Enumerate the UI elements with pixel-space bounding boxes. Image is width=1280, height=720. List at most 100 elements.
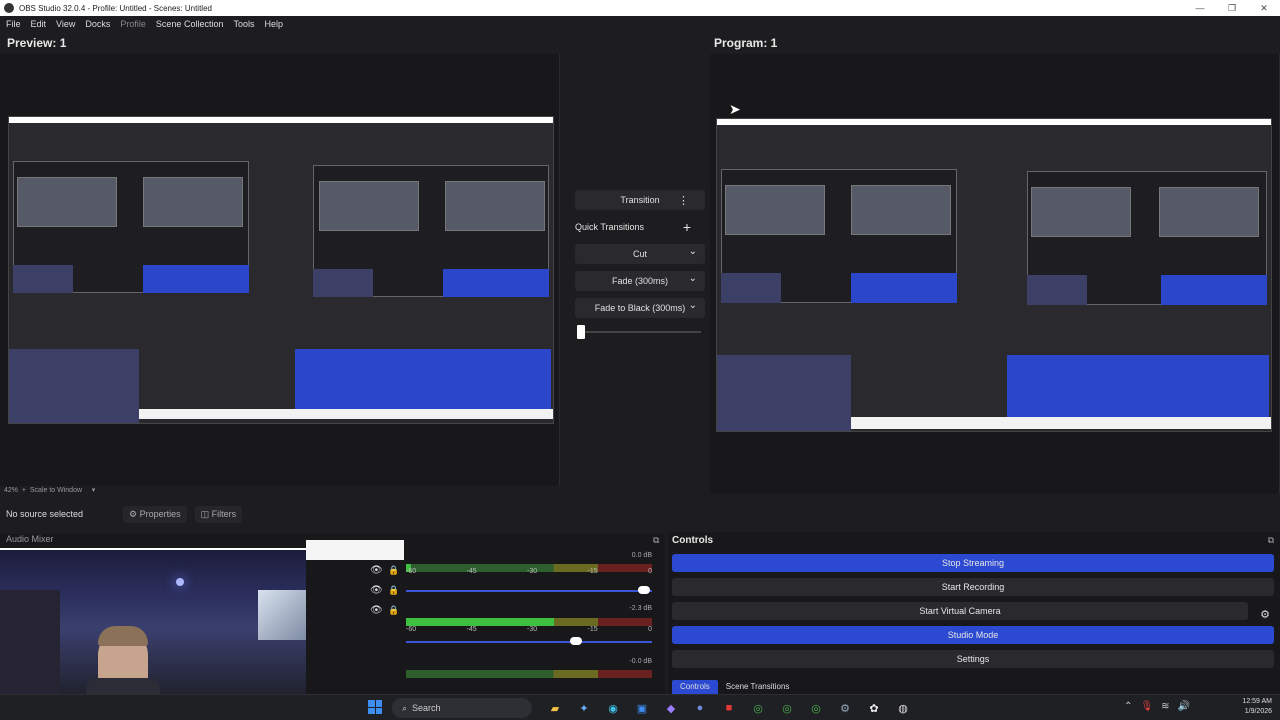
chrome-icon-3[interactable]: ◎ xyxy=(805,698,827,718)
app-icon-dark[interactable]: ✿ xyxy=(863,698,885,718)
file-explorer-icon[interactable]: ▰ xyxy=(544,698,566,718)
menu-docks[interactable]: Docks xyxy=(85,19,110,29)
menu-help[interactable]: Help xyxy=(264,19,283,29)
chrome-icon-2[interactable]: ◎ xyxy=(776,698,798,718)
channel-2-ticks: -60 -45 -30 -15 0 xyxy=(406,626,652,633)
obs-logo-icon xyxy=(4,3,14,13)
nested-mini-b xyxy=(143,177,243,227)
quick-transition-fade-black[interactable]: Fade to Black (300ms) xyxy=(575,298,705,318)
nested-cam-a xyxy=(13,265,73,293)
microphone-icon[interactable]: 🎙 xyxy=(1140,701,1153,712)
menu-scene-collection[interactable]: Scene Collection xyxy=(156,19,224,29)
eye-icon[interactable]: 👁 xyxy=(370,565,383,576)
menu-file[interactable]: File xyxy=(6,19,21,29)
audio-mixer-title: Audio Mixer xyxy=(6,534,54,544)
taskbar-search[interactable]: ⌕ Search xyxy=(392,698,532,718)
channel-2-volume[interactable] xyxy=(406,637,652,645)
eye-icon[interactable]: 👁 xyxy=(370,585,383,596)
eye-icon[interactable]: 👁 xyxy=(370,605,383,616)
nested-mini-c xyxy=(1031,187,1131,237)
clock-time: 12:59 AM xyxy=(1242,698,1272,705)
mouse-cursor-icon: ➤ xyxy=(729,101,741,117)
start-recording-button[interactable]: Start Recording xyxy=(672,578,1274,596)
lock-icon[interactable]: 🔒 xyxy=(388,585,399,596)
channel-3-db: -0.0 dB xyxy=(629,658,652,665)
source-toolbar: No source selected ⚙ Properties ◫ Filter… xyxy=(0,504,1280,524)
lock-icon[interactable]: 🔒 xyxy=(388,605,399,616)
steam-icon[interactable]: ⚙ xyxy=(834,698,856,718)
menu-tools[interactable]: Tools xyxy=(233,19,254,29)
settings-button[interactable]: Settings xyxy=(672,650,1274,668)
wifi-icon[interactable]: ≋ xyxy=(1161,701,1169,712)
shelf xyxy=(0,590,60,694)
nested-blue-b xyxy=(1161,275,1267,305)
filters-button[interactable]: ◫ Filters xyxy=(194,505,243,523)
nested-controls-panel xyxy=(295,349,551,409)
minimize-button[interactable]: — xyxy=(1184,3,1216,14)
tick: -30 xyxy=(527,568,538,575)
nested-mini-a xyxy=(17,177,117,227)
person-hair xyxy=(98,626,148,646)
edge-icon[interactable]: ◉ xyxy=(602,698,624,718)
kebab-menu-icon[interactable]: ⋮ xyxy=(678,194,689,207)
nested-blue-a xyxy=(143,265,249,293)
menu-profile[interactable]: Profile xyxy=(120,19,146,29)
t-bar-slider[interactable] xyxy=(575,325,705,339)
quick-transition-cut-label: Cut xyxy=(632,249,647,259)
close-button[interactable]: ✕ xyxy=(1248,3,1280,14)
preview-canvas[interactable] xyxy=(8,116,554,424)
quick-transition-cut[interactable]: Cut xyxy=(575,244,705,264)
title-bar: OBS Studio 32.0.4 - Profile: Untitled - … xyxy=(0,0,1280,16)
nested-mini-c xyxy=(319,181,419,231)
dock-tabs: Controls Scene Transitions xyxy=(672,680,797,694)
studio-mode-button[interactable]: Studio Mode xyxy=(672,626,1274,644)
chrome-icon[interactable]: ◎ xyxy=(747,698,769,718)
tick: -45 xyxy=(466,626,477,633)
tab-controls[interactable]: Controls xyxy=(672,680,718,694)
app-icon-red[interactable]: ■ xyxy=(718,698,740,718)
nested-cam-a xyxy=(721,273,781,303)
maximize-button[interactable]: ❐ xyxy=(1216,3,1248,14)
scale-mode[interactable]: Scale to Window xyxy=(30,487,82,494)
start-virtual-camera-button[interactable]: Start Virtual Camera xyxy=(672,602,1248,620)
nested-mini-d xyxy=(1159,187,1259,237)
stop-streaming-button[interactable]: Stop Streaming xyxy=(672,554,1274,572)
television xyxy=(258,590,306,640)
tick: -15 xyxy=(587,626,598,633)
nested-taskbar xyxy=(851,417,1271,429)
channel-1-volume-knob[interactable] xyxy=(638,586,650,594)
controls-header: Controls xyxy=(672,535,714,546)
tab-scene-transitions[interactable]: Scene Transitions xyxy=(718,680,798,694)
virtual-camera-settings-icon[interactable]: ⚙ xyxy=(1260,608,1270,621)
tick: -15 xyxy=(587,568,598,575)
channel-2-volume-knob[interactable] xyxy=(570,637,582,645)
volume-icon[interactable]: 🔊 xyxy=(1178,701,1190,712)
program-canvas[interactable] xyxy=(716,118,1272,432)
copilot-icon[interactable]: ✦ xyxy=(573,698,595,718)
taskbar-clock[interactable]: 12:59 AM 1/9/2026 xyxy=(1242,697,1272,717)
t-bar-handle[interactable] xyxy=(577,325,585,339)
quick-transitions-row: Quick Transitions + xyxy=(575,217,705,237)
discord-icon[interactable]: ● xyxy=(689,698,711,718)
channel-1-volume[interactable] xyxy=(406,586,652,594)
obs-icon[interactable]: ◍ xyxy=(892,698,914,718)
quick-transition-fade[interactable]: Fade (300ms) xyxy=(575,271,705,291)
properties-button[interactable]: ⚙ Properties xyxy=(123,505,187,523)
program-label: Program: 1 xyxy=(714,36,778,50)
preview-status: 42% + Scale to Window ▾ xyxy=(4,487,96,494)
tray-chevron-icon[interactable]: ⌃ xyxy=(1124,701,1132,712)
app-icon-purple[interactable]: ◆ xyxy=(660,698,682,718)
transition-button-label: Transition xyxy=(620,195,660,205)
add-quick-transition-icon[interactable]: + xyxy=(683,219,691,235)
menu-view[interactable]: View xyxy=(56,19,75,29)
menu-edit[interactable]: Edit xyxy=(31,19,47,29)
controls-dock: Controls ⧉ Stop Streaming Start Recordin… xyxy=(668,532,1280,694)
store-icon[interactable]: ▣ xyxy=(631,698,653,718)
tick: -45 xyxy=(466,568,477,575)
windows-start-icon[interactable] xyxy=(368,700,382,714)
controls-undock-icon[interactable]: ⧉ xyxy=(1268,535,1274,546)
mixer-undock-icon[interactable]: ⧉ xyxy=(653,535,659,546)
lock-icon[interactable]: 🔒 xyxy=(388,565,399,576)
transition-button[interactable]: Transition ⋮ xyxy=(575,190,705,210)
quick-transition-fade-black-label: Fade to Black (300ms) xyxy=(594,303,686,313)
